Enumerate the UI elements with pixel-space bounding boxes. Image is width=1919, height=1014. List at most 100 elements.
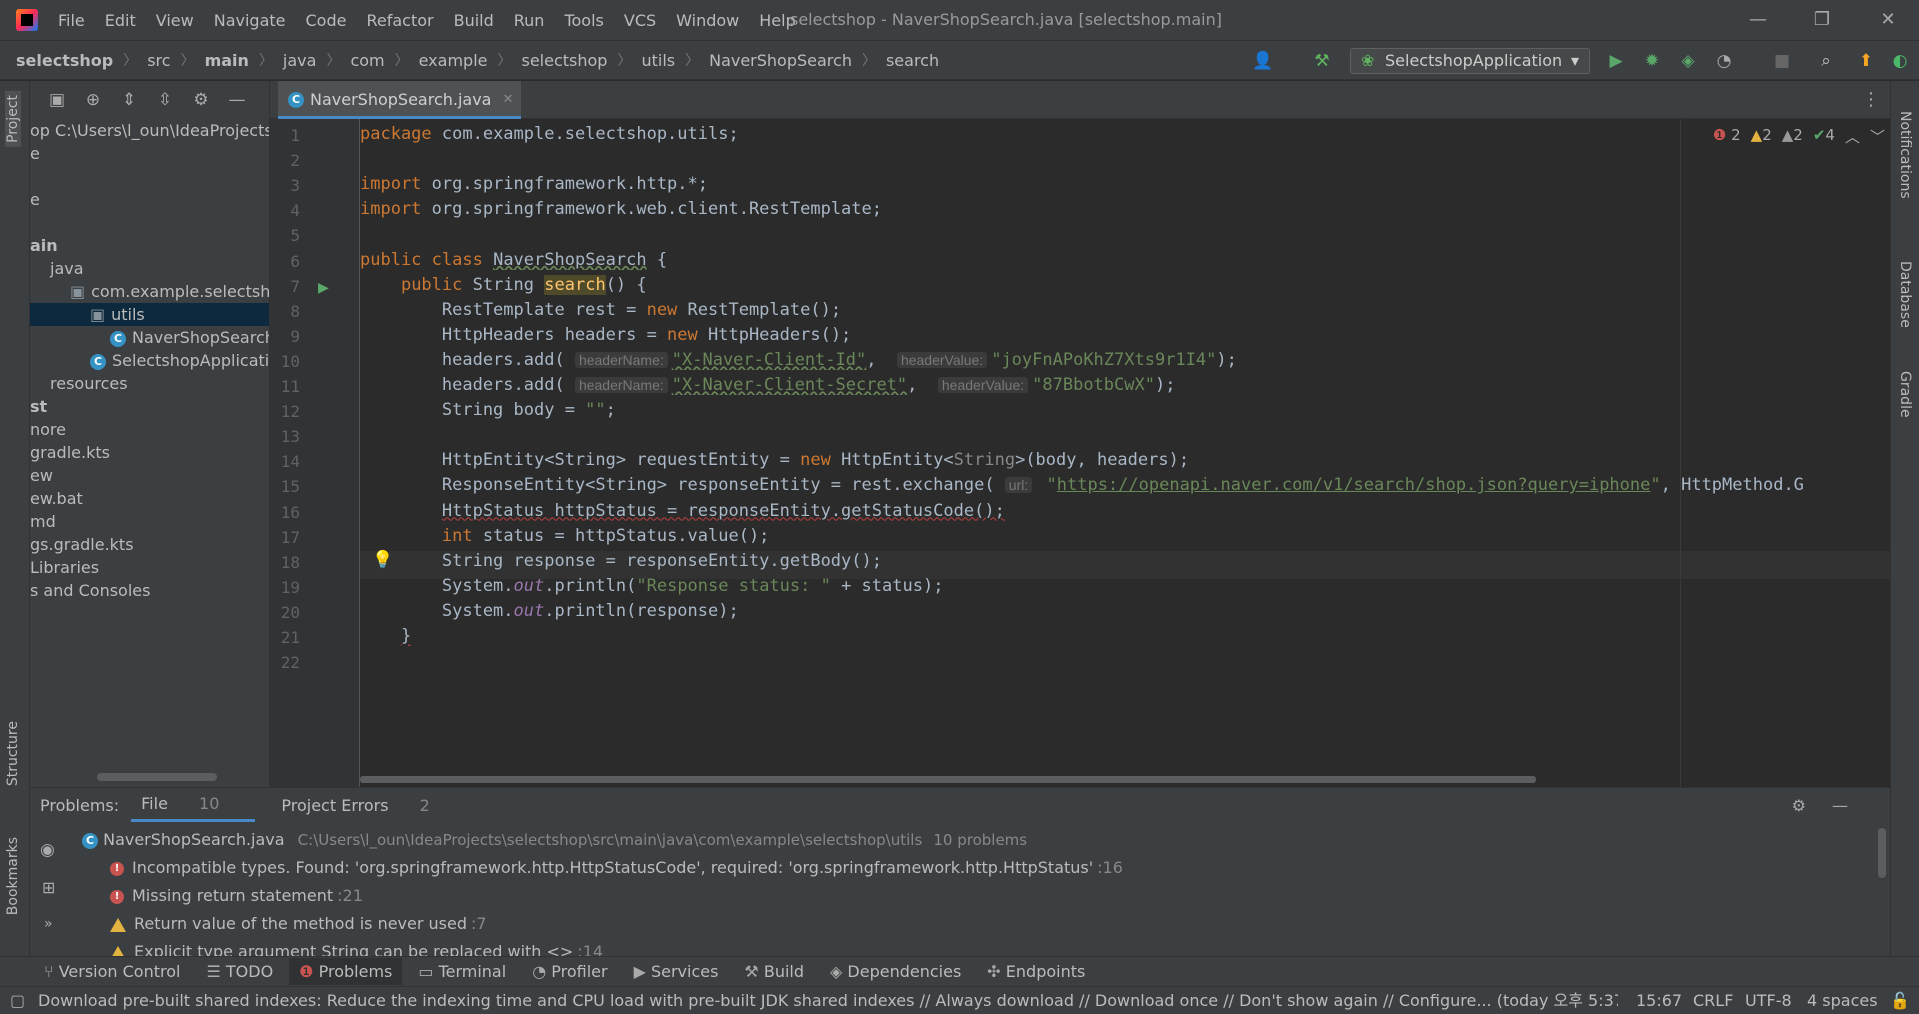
expand-all-icon[interactable]: ⇕ (118, 89, 140, 111)
group-by-icon[interactable]: ⊞ (42, 878, 55, 897)
restore-icon[interactable]: ❐ (1802, 6, 1842, 34)
breadcrumb-item[interactable]: selectshop (521, 51, 607, 70)
database-tool-tab[interactable]: Database (1897, 261, 1913, 328)
code-line[interactable]: RestTemplate rest = new RestTemplate(); (360, 300, 841, 320)
inspection-widget[interactable]: ❶ 2 ▲2 ▲2 ✔4 ︿ ﹀ (1713, 126, 1885, 147)
tool-tab-todo[interactable]: ☰ TODO (206, 962, 273, 981)
menu-item-navigate[interactable]: Navigate (214, 11, 286, 30)
project-tree-item[interactable] (30, 165, 269, 188)
project-tree-item[interactable]: gradle.kts (30, 441, 269, 464)
project-tree-item[interactable]: st (30, 395, 269, 418)
project-tree-item[interactable]: ew.bat (30, 487, 269, 510)
code-line[interactable]: package com.example.selectshop.utils; (360, 124, 739, 144)
next-highlight-icon[interactable]: ﹀ (1870, 126, 1885, 147)
project-tree-item[interactable]: C NaverShopSearch (30, 326, 269, 349)
project-tree-item[interactable]: ▣ com.example.selectshop (30, 280, 269, 303)
gear-icon[interactable]: ⚙ (1792, 796, 1806, 815)
menu-item-file[interactable]: File (58, 11, 85, 30)
menu-item-code[interactable]: Code (306, 11, 347, 30)
project-tree-item[interactable]: s and Consoles (30, 579, 269, 602)
locate-icon[interactable]: ⊕ (82, 89, 104, 111)
code-line[interactable]: String body = ""; (360, 400, 616, 420)
auto-scroll-icon[interactable]: ◉ (40, 840, 55, 860)
project-tree-item[interactable]: gs.gradle.kts (30, 533, 269, 556)
tool-tab-services[interactable]: ▶ Services (634, 962, 719, 981)
menu-item-tools[interactable]: Tools (564, 11, 603, 30)
breadcrumb-item[interactable]: utils (641, 51, 675, 70)
more-options-icon[interactable]: ⋮ (1862, 89, 1880, 110)
horizontal-scrollbar[interactable] (97, 773, 217, 781)
stop-icon[interactable]: ■ (1772, 51, 1792, 71)
project-tree-item[interactable]: nore (30, 418, 269, 441)
editor-horizontal-scrollbar[interactable] (360, 776, 1536, 783)
project-tree-item[interactable]: Libraries (30, 556, 269, 579)
breadcrumb-item[interactable]: main (205, 51, 249, 70)
tool-tab-profiler[interactable]: ◔ Profiler (532, 962, 607, 981)
code-line[interactable]: } (360, 626, 411, 646)
problem-item[interactable]: ! Missing return statement:21 (110, 886, 363, 905)
more-icon[interactable]: » (44, 916, 53, 932)
bookmarks-tool-tab[interactable]: Bookmarks (5, 837, 21, 915)
breadcrumb-item[interactable]: search (886, 51, 939, 70)
project-tree-item[interactable]: C SelectshopApplication (30, 349, 269, 372)
code-line[interactable]: HttpEntity<String> requestEntity = new H… (360, 450, 1189, 470)
run-gutter-icon[interactable]: ▶ (318, 280, 329, 296)
close-icon[interactable]: ✕ (1868, 6, 1908, 34)
code-line[interactable]: ResponseEntity<String> responseEntity = … (360, 475, 1804, 495)
code-line[interactable]: HttpStatus httpStatus = responseEntity.g… (360, 501, 1005, 521)
profile-icon[interactable]: ◔ (1714, 51, 1734, 71)
collapse-all-icon[interactable]: ⇳ (154, 89, 176, 111)
gear-icon[interactable]: ⚙ (190, 89, 212, 111)
problem-item[interactable]: Explicit type argument String can be rep… (110, 942, 603, 956)
debug-icon[interactable]: ✹ (1642, 51, 1662, 71)
build-hammer-icon[interactable]: ⚒ (1312, 51, 1332, 71)
gradle-tool-tab[interactable]: Gradle (1897, 371, 1913, 418)
menu-item-vcs[interactable]: VCS (624, 11, 656, 30)
breadcrumb-item[interactable]: com (350, 51, 384, 70)
user-icon[interactable]: 👤 (1252, 51, 1273, 71)
tool-tab-endpoints[interactable]: ✣ Endpoints (987, 962, 1085, 981)
menu-item-window[interactable]: Window (676, 11, 739, 30)
tool-tab-dependencies[interactable]: ◈ Dependencies (830, 962, 961, 981)
previous-highlight-icon[interactable]: ︿ (1845, 126, 1860, 147)
project-tree-item[interactable]: java (30, 257, 269, 280)
project-tree-item[interactable]: e (30, 188, 269, 211)
project-tree-item[interactable]: ew (30, 464, 269, 487)
code-with-me-icon[interactable]: ◐ (1890, 51, 1910, 71)
project-tree-item[interactable]: resources (30, 372, 269, 395)
lightbulb-icon[interactable]: 💡 (372, 550, 393, 570)
breadcrumb-item[interactable]: java (283, 51, 317, 70)
code-line[interactable]: System.out.println("Response status: " +… (360, 576, 944, 596)
indent-setting[interactable]: 4 spaces (1807, 987, 1878, 1014)
menu-item-refactor[interactable]: Refactor (366, 11, 433, 30)
caret-position[interactable]: 15:67 (1636, 987, 1682, 1014)
breadcrumb-item[interactable]: selectshop (16, 51, 113, 70)
indexes-notification-icon[interactable]: ▢ (10, 987, 25, 1014)
code-line[interactable]: public class NaverShopSearch { (360, 250, 667, 270)
project-tree-item[interactable]: ▣ utils (30, 303, 269, 326)
project-tree-item[interactable]: e (30, 142, 269, 165)
breadcrumb-item[interactable]: src (147, 51, 170, 70)
minimize-icon[interactable]: — (1738, 6, 1778, 34)
code-line[interactable]: public String search() { (360, 274, 647, 295)
problems-file-row[interactable]: C NaverShopSearch.java C:\Users\l_oun\Id… (82, 830, 1027, 849)
tab-navershopsearch[interactable]: C NaverShopSearch.java ✕ (278, 81, 522, 119)
tab-project-errors[interactable]: Project Errors 2 (281, 796, 455, 815)
breadcrumb-item[interactable]: NaverShopSearch (709, 51, 852, 70)
line-separator[interactable]: CRLF (1693, 987, 1733, 1014)
code-line[interactable]: System.out.println(response); (360, 601, 739, 621)
code-line[interactable]: import org.springframework.http.*; (360, 174, 708, 194)
project-tree-item[interactable]: op C:\Users\l_oun\IdeaProjects (30, 119, 269, 142)
project-tree-item[interactable]: ain (30, 234, 269, 257)
notifications-tool-tab[interactable]: Notifications (1897, 111, 1913, 199)
tool-tab-build[interactable]: ⚒ Build (744, 962, 804, 981)
coverage-icon[interactable]: ◈ (1678, 51, 1698, 71)
menu-item-view[interactable]: View (156, 11, 194, 30)
tool-tab-problems[interactable]: ❶ Problems (289, 958, 403, 985)
menu-item-edit[interactable]: Edit (105, 11, 136, 30)
menu-item-build[interactable]: Build (454, 11, 494, 30)
breadcrumb-item[interactable]: example (419, 51, 488, 70)
code-line[interactable]: int status = httpStatus.value(); (360, 526, 770, 546)
code-line[interactable]: String response = responseEntity.getBody… (360, 551, 882, 571)
lock-icon[interactable]: 🔓 (1890, 987, 1910, 1014)
